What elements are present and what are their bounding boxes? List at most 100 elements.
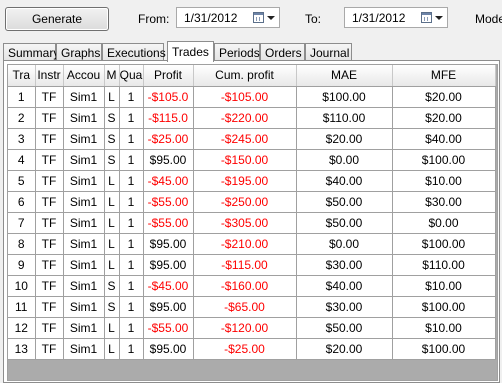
cell-account: Sim1 [63, 296, 105, 318]
cell-instrument: TF [35, 86, 64, 108]
cell-profit: -$55.00 [143, 212, 194, 234]
column-header-cum-profit[interactable]: Cum. profit [193, 65, 297, 87]
chevron-down-icon[interactable] [267, 16, 275, 20]
table-row[interactable]: 3 TF Sim1 S 1 -$25.00 -$245.00 $20.00 $40.00 [8, 128, 496, 150]
cell-market-pos: S [104, 128, 120, 150]
cell-mfe: $10.00 [392, 170, 496, 192]
cell-profit: $95.00 [143, 254, 194, 276]
cell-market-pos: L [104, 233, 120, 255]
cell-mfe: $30.00 [392, 191, 496, 213]
cell-mae: $50.00 [296, 317, 393, 339]
cell-quantity: 1 [119, 149, 144, 171]
cell-mfe: $40.00 [392, 128, 496, 150]
from-label: From: [138, 12, 170, 26]
calendar-icon[interactable] [253, 12, 264, 23]
column-header-instrument[interactable]: Instr [35, 65, 64, 87]
cell-mae: $40.00 [296, 275, 393, 297]
cell-mae: $20.00 [296, 338, 393, 360]
cell-market-pos: L [104, 170, 120, 192]
calendar-icon[interactable] [421, 12, 432, 23]
column-header-quantity[interactable]: Qua [119, 65, 144, 87]
cell-trade-no: 4 [8, 149, 36, 171]
tab-trades[interactable]: Trades [167, 41, 214, 62]
from-date-picker[interactable]: 1/31/2012 [176, 7, 280, 28]
cell-market-pos: S [104, 275, 120, 297]
cell-mae: $50.00 [296, 191, 393, 213]
cell-quantity: 1 [119, 296, 144, 318]
cell-cum-profit: -$65.00 [193, 296, 297, 318]
cell-trade-no: 10 [8, 275, 36, 297]
cell-mfe: $10.00 [392, 317, 496, 339]
column-header-mae[interactable]: MAE [296, 65, 393, 87]
cell-mae: $30.00 [296, 254, 393, 276]
cell-account: Sim1 [63, 212, 105, 234]
table-row[interactable]: 4 TF Sim1 S 1 $95.00 -$150.00 $0.00 $100.00 [8, 149, 496, 171]
tab-orders[interactable]: Orders [260, 43, 305, 61]
cell-market-pos: L [104, 317, 120, 339]
cell-trade-no: 9 [8, 254, 36, 276]
cell-cum-profit: -$150.00 [193, 149, 297, 171]
cell-account: Sim1 [63, 107, 105, 129]
cell-profit: -$105.0 [143, 86, 194, 108]
table-row[interactable]: 5 TF Sim1 L 1 -$45.00 -$195.00 $40.00 $10.00 [8, 170, 496, 192]
trades-grid[interactable]: Tra Instr Accou M Qua Profit Cum. profit MAE MFE… [7, 64, 498, 381]
cell-market-pos: L [104, 191, 120, 213]
cell-mfe: $20.00 [392, 86, 496, 108]
table-row[interactable]: 12 TF Sim1 L 1 -$55.00 -$120.00 $50.00 $10.00 [8, 317, 496, 339]
column-header-account[interactable]: Accou [63, 65, 105, 87]
table-row[interactable]: 6 TF Sim1 L 1 -$55.00 -$250.00 $50.00 $30.00 [8, 191, 496, 213]
cell-mae: $40.00 [296, 170, 393, 192]
tab-journal[interactable]: Journal [305, 43, 352, 61]
table-row[interactable]: 8 TF Sim1 L 1 $95.00 -$210.00 $0.00 $100.00 [8, 233, 496, 255]
chevron-down-icon[interactable] [435, 16, 443, 20]
table-row[interactable]: 2 TF Sim1 S 1 -$115.0 -$220.00 $110.00 $20.00 [8, 107, 496, 129]
cell-profit: $95.00 [143, 149, 194, 171]
cell-mfe: $100.00 [392, 296, 496, 318]
generate-button[interactable]: Generate [5, 7, 109, 31]
table-row[interactable]: 13 TF Sim1 L 1 $95.00 -$25.00 $20.00 $100.00 [8, 338, 496, 360]
cell-market-pos: S [104, 107, 120, 129]
tab-summary[interactable]: Summary [3, 43, 59, 61]
cell-account: Sim1 [63, 128, 105, 150]
cell-mae: $50.00 [296, 212, 393, 234]
trades-table: Tra Instr Accou M Qua Profit Cum. profit MAE MFE… [8, 65, 496, 360]
column-header-mfe[interactable]: MFE [392, 65, 496, 87]
cell-mfe: $10.00 [392, 275, 496, 297]
cell-profit: $95.00 [143, 233, 194, 255]
tab-periods[interactable]: Periods [214, 43, 260, 61]
cell-trade-no: 11 [8, 296, 36, 318]
cell-trade-no: 3 [8, 128, 36, 150]
cell-profit: $95.00 [143, 338, 194, 360]
tab-graphs[interactable]: Graphs [56, 43, 102, 61]
cell-account: Sim1 [63, 170, 105, 192]
cell-quantity: 1 [119, 275, 144, 297]
cell-mae: $0.00 [296, 233, 393, 255]
cell-quantity: 1 [119, 212, 144, 234]
to-date-picker[interactable]: 1/31/2012 [344, 7, 448, 28]
cell-instrument: TF [35, 275, 64, 297]
cell-quantity: 1 [119, 86, 144, 108]
cell-account: Sim1 [63, 86, 105, 108]
table-row[interactable]: 9 TF Sim1 L 1 $95.00 -$115.00 $30.00 $110.00 [8, 254, 496, 276]
cell-mfe: $100.00 [392, 149, 496, 171]
cell-mae: $100.00 [296, 86, 393, 108]
cell-instrument: TF [35, 296, 64, 318]
cell-profit: -$55.00 [143, 191, 194, 213]
table-row[interactable]: 7 TF Sim1 L 1 -$55.00 -$305.00 $50.00 $0.00 [8, 212, 496, 234]
column-header-market-pos[interactable]: M [104, 65, 120, 87]
cell-quantity: 1 [119, 317, 144, 339]
cell-trade-no: 8 [8, 233, 36, 255]
cell-instrument: TF [35, 107, 64, 129]
cell-mae: $20.00 [296, 128, 393, 150]
tab-executions[interactable]: Executions [102, 43, 166, 61]
cell-market-pos: L [104, 338, 120, 360]
cell-quantity: 1 [119, 233, 144, 255]
table-row[interactable]: 10 TF Sim1 S 1 -$45.00 -$160.00 $40.00 $10.00 [8, 275, 496, 297]
table-row[interactable]: 1 TF Sim1 L 1 -$105.0 -$105.00 $100.00 $20.00 [8, 86, 496, 108]
column-header-profit[interactable]: Profit [143, 65, 194, 87]
cell-quantity: 1 [119, 107, 144, 129]
table-row[interactable]: 11 TF Sim1 S 1 $95.00 -$65.00 $30.00 $100.00 [8, 296, 496, 318]
cell-account: Sim1 [63, 317, 105, 339]
cell-account: Sim1 [63, 254, 105, 276]
column-header-trade-no[interactable]: Tra [8, 65, 36, 87]
